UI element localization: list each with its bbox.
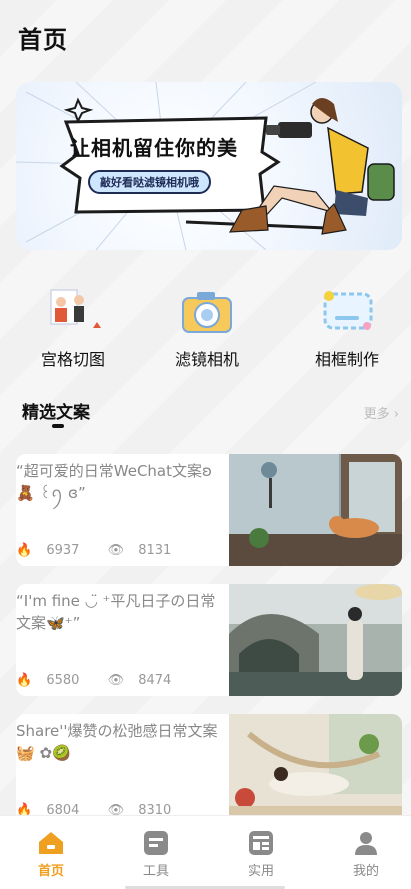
more-link[interactable]: 更多 › xyxy=(364,403,399,422)
banner-headline: 让相机留住你的美 xyxy=(70,136,238,160)
feature-grid-cut[interactable]: 宫格切图 xyxy=(18,288,128,370)
views-count: 8474 xyxy=(138,673,172,688)
fire-icon: 🔥 xyxy=(16,673,33,688)
fire-icon: 🔥 xyxy=(16,543,33,558)
filter-camera-icon xyxy=(177,288,237,338)
tab-label: 工具 xyxy=(142,864,169,879)
likes-count: 6937 xyxy=(46,543,80,558)
feature-photo-frame[interactable]: 相框制作 xyxy=(292,288,402,370)
section-title-indicator xyxy=(52,424,64,428)
article-card[interactable]: “I'm fine ◡̈ ⁺平凡日子の日常文案🦋⁺” 🔥 6580 👁 8474 xyxy=(16,584,402,696)
bottom-tab-bar: 首页 工具 实用 我的 xyxy=(0,815,411,889)
banner-subtitle: 敲好看哒滤镜相机哦 xyxy=(88,170,211,194)
article-text: Share''爆赞の松弛感日常文案🧺 ✿🥝 xyxy=(16,722,218,762)
tab-label: 我的 xyxy=(352,864,379,879)
utilities-icon xyxy=(247,830,275,856)
article-card[interactable]: “超可爱的日常WeChat文案ʚ 🧸 ꒰ꪆ ɞ” 🔥 6937 👁 8131 xyxy=(16,454,402,566)
feature-label: 相框制作 xyxy=(314,350,379,369)
article-text: “超可爱的日常WeChat文案ʚ 🧸 ꒰ꪆ ɞ” xyxy=(16,462,212,502)
section-title: 精选文案 xyxy=(22,403,90,423)
home-page: 首页 让相机留住你的美 敲好看哒滤镜相机哦 宫格切图 滤镜相机 相框制作 精选文… xyxy=(0,0,411,889)
tools-icon xyxy=(142,830,170,856)
grid-cut-photo-icon xyxy=(43,288,103,338)
article-stats: 🔥 6937 👁 8131 xyxy=(16,543,171,558)
article-thumbnail xyxy=(229,454,402,566)
article-text: “I'm fine ◡̈ ⁺平凡日子の日常文案🦋⁺” xyxy=(16,592,216,632)
tab-profile[interactable]: 我的 xyxy=(336,830,396,879)
banner-illustration xyxy=(16,82,395,250)
user-icon xyxy=(352,830,380,856)
tab-home[interactable]: 首页 xyxy=(21,830,81,879)
eye-icon: 👁 xyxy=(107,543,125,558)
article-card[interactable]: Share''爆赞の松弛感日常文案🧺 ✿🥝 🔥 6804 👁 8310 xyxy=(16,714,402,826)
home-icon xyxy=(37,830,65,856)
tab-utilities[interactable]: 实用 xyxy=(231,830,291,879)
feature-label: 宫格切图 xyxy=(40,350,105,369)
feature-filter-camera[interactable]: 滤镜相机 xyxy=(152,288,262,370)
eye-icon: 👁 xyxy=(107,673,125,688)
tab-label: 首页 xyxy=(37,864,64,879)
views-count: 8131 xyxy=(138,543,172,558)
article-thumbnail xyxy=(229,584,402,696)
tab-tools[interactable]: 工具 xyxy=(126,830,186,879)
feature-label: 滤镜相机 xyxy=(174,350,239,369)
page-title: 首页 xyxy=(18,26,68,54)
promo-banner[interactable]: 让相机留住你的美 敲好看哒滤镜相机哦 xyxy=(16,82,402,250)
likes-count: 6580 xyxy=(46,673,80,688)
article-thumbnail xyxy=(229,714,402,826)
tab-label: 实用 xyxy=(247,864,274,879)
photo-frame-icon xyxy=(317,288,377,338)
article-stats: 🔥 6580 👁 8474 xyxy=(16,673,171,688)
